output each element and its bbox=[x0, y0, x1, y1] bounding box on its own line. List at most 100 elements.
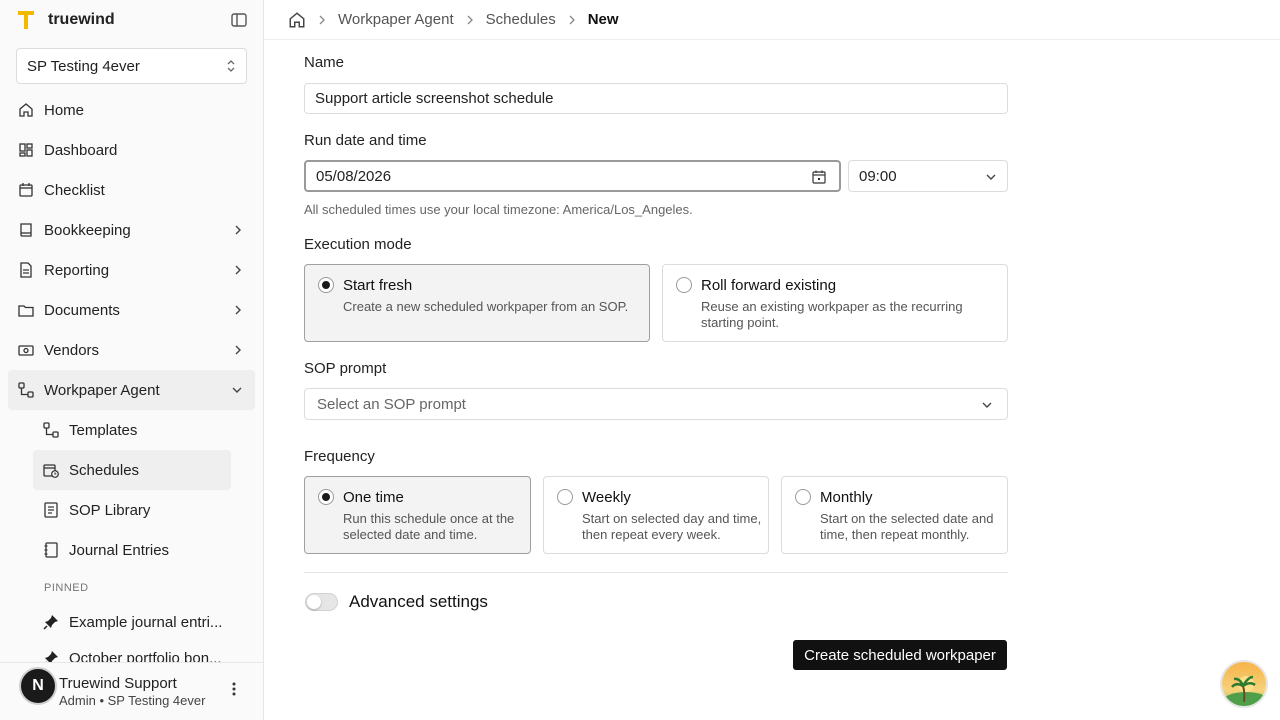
name-input-value: Support article screenshot schedule bbox=[315, 90, 554, 107]
organization-select-value: SP Testing 4ever bbox=[27, 57, 140, 75]
pinned-item[interactable]: Example journal entri... bbox=[33, 606, 231, 638]
more-vertical-icon[interactable] bbox=[228, 681, 240, 697]
avatar: N bbox=[19, 667, 57, 705]
nav-item-bookkeeping[interactable]: Bookkeeping bbox=[8, 210, 255, 250]
execution-option-roll-forward[interactable]: Roll forward existing Reuse an existing … bbox=[662, 264, 1008, 342]
workpaper-agent-subnav: Templates Schedules SOP Library Journal … bbox=[33, 410, 231, 570]
library-icon bbox=[43, 502, 59, 518]
radio-button[interactable] bbox=[795, 489, 811, 505]
frequency-label: Frequency bbox=[304, 448, 375, 465]
calendar-clock-icon bbox=[43, 462, 59, 478]
nav-item-schedules[interactable]: Schedules bbox=[33, 450, 231, 490]
nav-item-label: Bookkeeping bbox=[44, 221, 131, 239]
option-description: Create a new scheduled workpaper from an… bbox=[343, 299, 629, 314]
chevron-right-icon bbox=[235, 345, 241, 355]
truewind-logo-icon bbox=[18, 11, 34, 29]
frequency-option-one-time[interactable]: One time Run this schedule once at the s… bbox=[304, 476, 531, 554]
advanced-settings-toggle[interactable] bbox=[305, 593, 338, 611]
chevron-down-icon bbox=[232, 387, 242, 393]
nav-item-label: Documents bbox=[44, 301, 120, 319]
divider bbox=[304, 572, 1008, 573]
time-select-value: 09:00 bbox=[859, 167, 897, 185]
chevron-right-icon bbox=[568, 14, 576, 26]
sop-prompt-label: SOP prompt bbox=[304, 360, 387, 377]
option-description: Run this schedule once at the selected d… bbox=[343, 511, 515, 542]
chevron-right-icon bbox=[318, 14, 326, 26]
sidebar-toggle-icon[interactable] bbox=[228, 11, 250, 29]
nav-item-templates[interactable]: Templates bbox=[33, 410, 231, 450]
user-role: Admin • SP Testing 4ever bbox=[59, 693, 206, 708]
folder-icon bbox=[18, 302, 34, 318]
nav-item-journal-entries[interactable]: Journal Entries bbox=[33, 530, 231, 570]
nav-item-checklist[interactable]: Checklist bbox=[8, 170, 255, 210]
nav-item-label: Dashboard bbox=[44, 141, 118, 159]
nav-item-vendors[interactable]: Vendors bbox=[8, 330, 255, 370]
home-icon[interactable] bbox=[288, 11, 306, 29]
nav-item-label: Checklist bbox=[44, 181, 105, 199]
brand[interactable]: truewind bbox=[16, 8, 115, 32]
date-input-value: 05/08/2026 bbox=[316, 167, 392, 185]
home-icon bbox=[18, 102, 34, 118]
radio-button[interactable] bbox=[676, 277, 692, 293]
breadcrumb-schedules[interactable]: Schedules bbox=[486, 11, 556, 28]
help-assistant-avatar-icon[interactable] bbox=[1220, 660, 1268, 708]
execution-mode-label: Execution mode bbox=[304, 236, 412, 253]
chevron-right-icon bbox=[235, 225, 241, 235]
chevron-up-down-icon bbox=[227, 60, 235, 72]
sop-prompt-select[interactable]: Select an SOP prompt bbox=[304, 388, 1008, 420]
advanced-settings-label: Advanced settings bbox=[349, 592, 488, 611]
nav-item-label: Schedules bbox=[69, 461, 140, 479]
time-select[interactable]: 09:00 bbox=[848, 160, 1008, 192]
calendar-icon[interactable] bbox=[812, 170, 826, 184]
dashboard-icon bbox=[18, 142, 34, 158]
report-icon bbox=[18, 262, 34, 278]
sidebar: truewind SP Testing 4ever Home Dashboard… bbox=[0, 0, 264, 720]
nav-item-label: SOP Library bbox=[69, 501, 151, 519]
chevron-down-icon bbox=[986, 174, 996, 180]
nav-item-label: Workpaper Agent bbox=[44, 381, 160, 399]
workflow-icon bbox=[18, 382, 34, 398]
vendor-icon bbox=[18, 342, 34, 358]
book-icon bbox=[18, 222, 34, 238]
nav-item-reporting[interactable]: Reporting bbox=[8, 250, 255, 290]
chevron-right-icon bbox=[235, 265, 241, 275]
pin-icon bbox=[43, 614, 59, 630]
user-profile[interactable]: N Truewind Support Admin • SP Testing 4e… bbox=[0, 662, 263, 720]
date-input[interactable]: 05/08/2026 bbox=[304, 160, 841, 192]
brand-name: truewind bbox=[48, 11, 115, 28]
nav-item-home[interactable]: Home bbox=[8, 90, 255, 130]
breadcrumb-current: New bbox=[587, 11, 619, 28]
sop-prompt-placeholder: Select an SOP prompt bbox=[317, 395, 466, 413]
nav-item-label: Journal Entries bbox=[69, 541, 170, 559]
calendar-check-icon bbox=[18, 182, 34, 198]
option-description: Start on the selected date and time, the… bbox=[820, 511, 994, 542]
nav-item-label: Templates bbox=[69, 421, 138, 439]
execution-option-start-fresh[interactable]: Start fresh Create a new scheduled workp… bbox=[304, 264, 650, 342]
option-title: Monthly bbox=[820, 489, 873, 506]
nav-item-label: Reporting bbox=[44, 261, 110, 279]
radio-button[interactable] bbox=[318, 489, 334, 505]
radio-button[interactable] bbox=[557, 489, 573, 505]
nav-item-sop-library[interactable]: SOP Library bbox=[33, 490, 231, 530]
option-title: Start fresh bbox=[343, 277, 413, 294]
breadcrumb: Workpaper Agent Schedules New bbox=[264, 0, 1280, 40]
option-title: One time bbox=[343, 489, 404, 506]
organization-select[interactable]: SP Testing 4ever bbox=[16, 48, 247, 84]
nav-item-workpaper-agent[interactable]: Workpaper Agent bbox=[8, 370, 255, 410]
frequency-option-weekly[interactable]: Weekly Start on selected day and time, t… bbox=[543, 476, 769, 554]
breadcrumb-workpaper-agent[interactable]: Workpaper Agent bbox=[338, 11, 454, 28]
name-input[interactable]: Support article screenshot schedule bbox=[304, 83, 1008, 114]
nav-item-dashboard[interactable]: Dashboard bbox=[8, 130, 255, 170]
option-title: Weekly bbox=[582, 489, 631, 506]
run-date-label: Run date and time bbox=[304, 132, 427, 149]
pinned-item-label: Example journal entri... bbox=[69, 613, 223, 631]
option-description: Start on selected day and time, then rep… bbox=[582, 511, 762, 542]
option-description: Reuse an existing workpaper as the recur… bbox=[701, 299, 963, 330]
frequency-option-monthly[interactable]: Monthly Start on the selected date and t… bbox=[781, 476, 1008, 554]
nav-item-documents[interactable]: Documents bbox=[8, 290, 255, 330]
main-nav: Home Dashboard Checklist Bookkeeping Rep… bbox=[8, 90, 255, 674]
create-scheduled-workpaper-button[interactable]: Create scheduled workpaper bbox=[793, 640, 1007, 670]
chevron-right-icon bbox=[235, 305, 241, 315]
radio-button[interactable] bbox=[318, 277, 334, 293]
timezone-hint: All scheduled times use your local timez… bbox=[304, 202, 693, 217]
